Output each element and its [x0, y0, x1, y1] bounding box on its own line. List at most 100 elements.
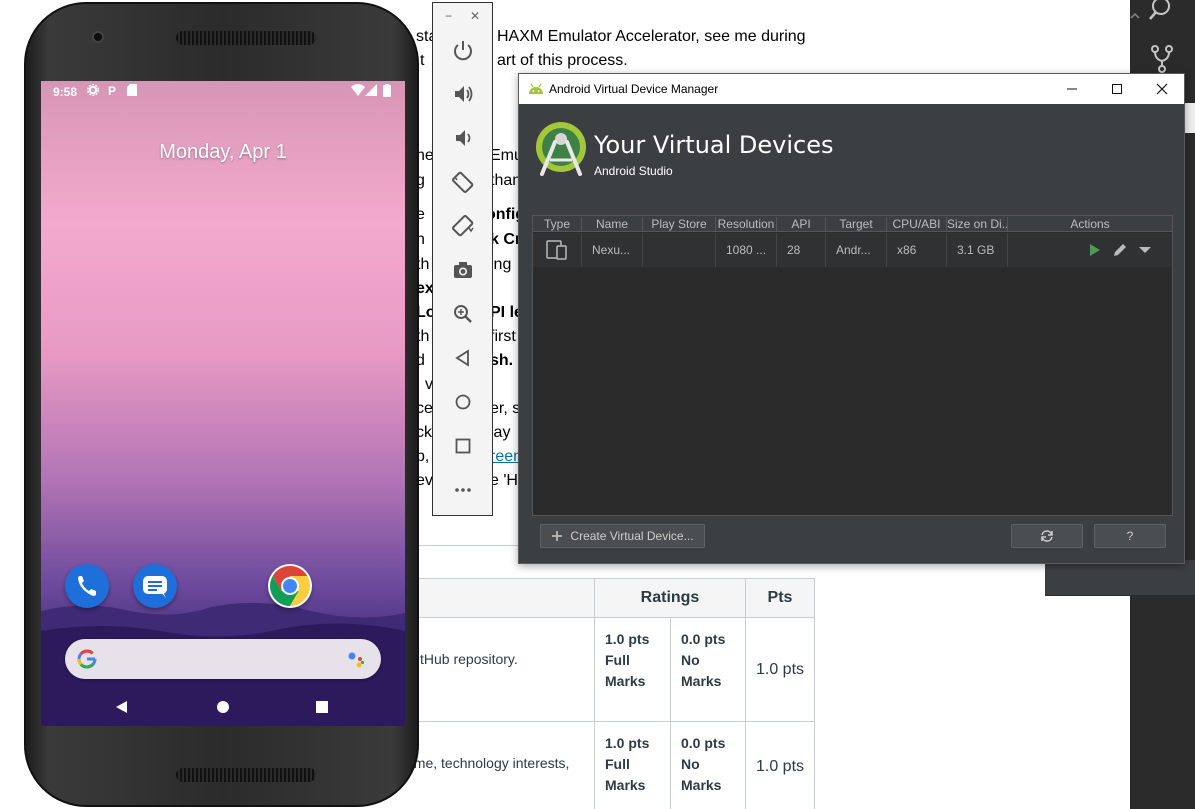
column-header-resolution[interactable]: Resolution [716, 217, 777, 231]
rotate-left-button[interactable] [450, 169, 476, 195]
overview-button[interactable] [450, 433, 476, 459]
zoom-button[interactable] [450, 301, 476, 327]
title-bar[interactable]: Android Virtual Device Manager [519, 74, 1184, 104]
overview-icon[interactable] [311, 696, 333, 718]
home-icon [455, 394, 471, 410]
document-line: k Cr [490, 231, 522, 248]
ide-panel [1045, 560, 1195, 596]
more-button[interactable] [450, 477, 476, 503]
edit-icon[interactable] [1112, 242, 1128, 258]
device-actions [1008, 233, 1172, 267]
chrome-app-icon[interactable] [268, 564, 312, 608]
volume-down-icon [456, 130, 471, 146]
chevron-down-icon[interactable] [1137, 242, 1153, 258]
pts-header: Pts [746, 578, 815, 618]
table-row: tHub repository. [400, 618, 595, 722]
messages-app-icon[interactable] [133, 564, 177, 608]
refresh-icon [1041, 530, 1053, 542]
plus-icon [552, 531, 563, 541]
document-line: sh. [490, 352, 514, 369]
camera-icon [454, 262, 472, 278]
play-icon[interactable] [1087, 242, 1103, 258]
signal-icon [365, 84, 377, 96]
search-icon[interactable] [1149, 0, 1175, 22]
ide-tab[interactable] [1185, 103, 1195, 133]
speaker-grille [176, 31, 316, 45]
phone-tablet-icon [546, 240, 567, 260]
date-widget[interactable]: Monday, Apr 1 [41, 141, 405, 164]
phone-app-icon[interactable] [65, 564, 109, 608]
minimize-window-button[interactable] [1049, 74, 1095, 104]
column-header-size[interactable]: Size on Di... [947, 217, 1008, 231]
close-icon[interactable]: ✕ [470, 9, 480, 23]
rating-none-cell: 0.0 pts No Marks [671, 722, 746, 809]
table-row[interactable]: Nexu... 1080 ... 28 Andr... x86 3.1 GB [533, 233, 1172, 267]
back-icon[interactable] [111, 696, 133, 718]
status-time: 9:58 [53, 85, 78, 99]
front-camera [92, 31, 104, 43]
gear-icon [87, 84, 99, 96]
column-header-cpu-abi[interactable]: CPU/ABI [887, 217, 947, 231]
rating-full-cell: 1.0 pts Full Marks [595, 722, 671, 809]
sd-card-icon [127, 84, 137, 96]
maximize-window-button[interactable] [1094, 74, 1140, 104]
screenshot-button[interactable] [450, 257, 476, 283]
pts-value: 1.0 pts [746, 618, 815, 722]
p-icon: P [108, 84, 117, 98]
column-header-type[interactable]: Type [533, 217, 582, 231]
rating-full[interactable]: 1.0 pts Full Marks [605, 629, 649, 692]
rotate-right-icon [452, 215, 474, 237]
rating-full[interactable]: 1.0 pts Full Marks [605, 733, 649, 796]
criterion-text: ame, technology interests, [406, 755, 570, 771]
device-api: 28 [777, 233, 826, 267]
volume-up-button[interactable] [450, 81, 476, 107]
device-table: Type Name Play Store Resolution API Targ… [532, 215, 1173, 516]
minimize-icon[interactable]: − [445, 9, 452, 23]
home-icon[interactable] [212, 696, 234, 718]
document-line: ing [490, 256, 512, 273]
minimize-icon [1067, 88, 1077, 90]
chevron-up-icon[interactable] [1130, 8, 1140, 22]
create-virtual-device-button[interactable]: Create Virtual Device... [540, 524, 705, 548]
document-line: HAXM Emulator Accelerator, see me during [497, 28, 806, 45]
source-control-icon[interactable] [1150, 44, 1174, 74]
ratings-header: Ratings [595, 578, 746, 618]
avd-manager-window: Android Virtual Device Manager Your Virt… [518, 73, 1185, 564]
rating-none[interactable]: 0.0 pts No Marks [681, 629, 725, 692]
assistant-icon[interactable] [347, 651, 365, 669]
rating-none[interactable]: 0.0 pts No Marks [681, 733, 725, 796]
power-button[interactable] [450, 37, 476, 63]
rotate-left-icon [452, 171, 474, 193]
volume-up-icon [455, 86, 473, 102]
criteria-header [400, 578, 595, 618]
android-studio-logo [536, 122, 586, 176]
column-header-actions[interactable]: Actions [1008, 217, 1172, 231]
document-line: e 'H [490, 472, 518, 489]
home-button[interactable] [450, 389, 476, 415]
emulator-phone: 9:58 P Monday, Apr 1 [24, 2, 419, 807]
column-header-play-store[interactable]: Play Store [643, 217, 716, 231]
device-play-store [643, 233, 716, 267]
table-row: ame, technology interests, [400, 722, 595, 809]
android-icon [529, 83, 543, 94]
volume-down-button[interactable] [450, 125, 476, 151]
column-header-target[interactable]: Target [826, 217, 887, 231]
window-title: Android Virtual Device Manager [549, 82, 719, 96]
rotate-right-button[interactable] [450, 213, 476, 239]
phone-screen[interactable]: 9:58 P Monday, Apr 1 [41, 81, 405, 726]
document-line: art of this process. [497, 52, 628, 69]
device-target: Andr... [826, 233, 887, 267]
avd-header: Your Virtual Devices Android Studio [519, 104, 1184, 206]
refresh-button[interactable] [1011, 524, 1083, 548]
back-button[interactable] [450, 345, 476, 371]
column-header-api[interactable]: API [777, 217, 826, 231]
help-button[interactable]: ? [1094, 524, 1166, 548]
rating-full-cell: 1.0 pts Full Marks [595, 618, 671, 722]
overview-icon [455, 438, 471, 454]
close-window-button[interactable] [1139, 74, 1185, 104]
column-header-name[interactable]: Name [582, 217, 643, 231]
page-heading: Your Virtual Devices [594, 131, 834, 159]
google-search-bar[interactable] [65, 639, 381, 679]
status-bar: 9:58 P [41, 81, 405, 103]
device-type-cell [533, 233, 582, 267]
